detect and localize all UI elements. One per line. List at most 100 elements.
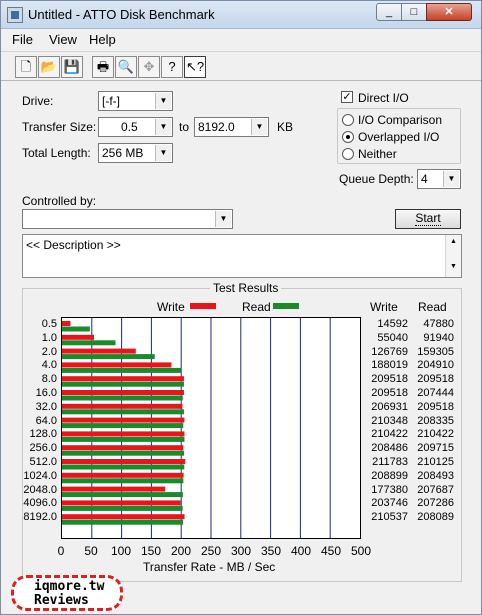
direct-io-checkbox[interactable]: ✓ bbox=[341, 91, 353, 103]
save-icon[interactable]: 💾 bbox=[61, 56, 83, 78]
category-label: 256.0 bbox=[29, 442, 57, 455]
read-bar-4.0 bbox=[62, 367, 182, 373]
drive-value: [-f-] bbox=[102, 94, 120, 108]
open-icon[interactable]: 📂 bbox=[38, 56, 60, 78]
write-value: 210422 bbox=[371, 428, 408, 441]
close-button[interactable]: ✕ bbox=[426, 3, 472, 21]
write-bar-64.0 bbox=[62, 417, 185, 423]
write-bar-4096.0 bbox=[62, 500, 181, 506]
read-bar-32.0 bbox=[62, 409, 184, 415]
status-text: For Help, press F1 bbox=[13, 598, 113, 612]
minimize-button[interactable]: _ bbox=[376, 3, 402, 21]
x-tick-label: 0 bbox=[57, 544, 65, 558]
start-label: Start bbox=[415, 211, 441, 226]
test-results-title: Test Results bbox=[210, 281, 282, 295]
chart-plot-area bbox=[61, 317, 361, 539]
transfer-from-value: 0.5 bbox=[121, 120, 138, 134]
category-label: 512.0 bbox=[29, 456, 57, 468]
write-value: 210348 bbox=[371, 414, 408, 427]
title-bar[interactable]: Untitled - ATTO Disk Benchmark _ □ ✕ bbox=[1, 1, 481, 29]
menu-help[interactable]: Help bbox=[89, 32, 116, 47]
write-bar-256.0 bbox=[62, 445, 184, 451]
controlled-by-select[interactable]: ▼ bbox=[22, 209, 233, 229]
transfer-size-from-select[interactable]: 0.5 ▼ bbox=[98, 117, 173, 137]
x-tick-label: 250 bbox=[200, 544, 222, 558]
read-legend-label: Read bbox=[242, 300, 271, 314]
transfer-size-label: Transfer Size: bbox=[22, 120, 97, 134]
x-tick-label: 400 bbox=[290, 544, 312, 558]
write-value: 211783 bbox=[372, 456, 408, 468]
read-bar-2048.0 bbox=[62, 492, 183, 498]
read-bar-128.0 bbox=[62, 436, 185, 442]
total-length-select[interactable]: 256 MB ▼ bbox=[98, 143, 173, 163]
x-tick-label: 50 bbox=[84, 544, 98, 558]
print-icon[interactable]: 🖶 bbox=[92, 56, 114, 78]
queue-depth-select[interactable]: 4 ▼ bbox=[417, 169, 461, 189]
app-window: Untitled - ATTO Disk Benchmark _ □ ✕ Fil… bbox=[0, 0, 482, 615]
read-value: 208335 bbox=[417, 414, 454, 427]
menu-file[interactable]: File bbox=[12, 32, 33, 47]
write-value: 209518 bbox=[371, 387, 408, 399]
write-value: 208486 bbox=[371, 442, 408, 455]
read-value: 209715 bbox=[417, 442, 454, 455]
read-bar-16.0 bbox=[62, 395, 183, 401]
write-value: 177380 bbox=[371, 483, 408, 496]
chevron-down-icon: ▼ bbox=[443, 171, 459, 187]
chevron-down-icon: ▼ bbox=[155, 145, 171, 161]
write-value: 203746 bbox=[371, 497, 408, 510]
write-value: 188019 bbox=[371, 359, 408, 372]
x-tick-label: 350 bbox=[260, 544, 282, 558]
write-bar-2.0 bbox=[62, 348, 136, 354]
move-icon[interactable]: ✥ bbox=[138, 56, 160, 78]
help-icon[interactable]: ? bbox=[161, 56, 183, 78]
category-label: 16.0 bbox=[35, 387, 57, 399]
read-value: 91940 bbox=[423, 331, 454, 344]
context-help-icon[interactable]: ↖? bbox=[184, 56, 206, 78]
io-comparison-label: I/O Comparison bbox=[358, 113, 443, 127]
write-bar-16.0 bbox=[62, 390, 184, 395]
category-label: 8.0 bbox=[41, 373, 57, 386]
overlapped-io-radio[interactable] bbox=[342, 131, 354, 143]
watermark-line1: iqmore.tw bbox=[34, 579, 105, 594]
scroll-down-icon[interactable]: ▼ bbox=[446, 263, 461, 270]
category-label: 8192.0 bbox=[23, 511, 57, 524]
menu-view[interactable]: View bbox=[49, 32, 77, 47]
read-bar-1.0 bbox=[62, 340, 116, 346]
read-bar-8.0 bbox=[62, 381, 184, 387]
read-value: 208493 bbox=[417, 469, 454, 482]
direct-io-label: Direct I/O bbox=[358, 91, 409, 105]
neither-radio[interactable] bbox=[342, 148, 354, 160]
read-bar-512.0 bbox=[62, 464, 185, 470]
read-bar-64.0 bbox=[62, 423, 184, 429]
io-comparison-radio[interactable] bbox=[342, 114, 354, 126]
read-value: 209518 bbox=[417, 400, 454, 413]
test-results-group: Test Results Write Read Write Read 0.5 1.… bbox=[22, 281, 462, 582]
write-value: 55040 bbox=[377, 331, 408, 344]
category-label: 32.0 bbox=[35, 400, 57, 413]
description-scrollbar[interactable]: ▲ ▼ bbox=[445, 235, 461, 277]
read-value: 210125 bbox=[417, 456, 454, 468]
read-bar-8192.0 bbox=[62, 519, 184, 525]
menu-bar: File View Help bbox=[1, 30, 481, 50]
transfer-size-to-select[interactable]: 8192.0 ▼ bbox=[194, 117, 269, 137]
new-icon[interactable]: 🗋 bbox=[15, 56, 37, 78]
read-bar-4096.0 bbox=[62, 505, 183, 511]
category-label: 4.0 bbox=[41, 359, 57, 372]
write-bar-8192.0 bbox=[62, 514, 185, 520]
chevron-down-icon: ▼ bbox=[155, 93, 171, 109]
total-length-label: Total Length: bbox=[22, 146, 91, 160]
write-bar-8.0 bbox=[62, 376, 184, 382]
description-text: << Description >> bbox=[26, 238, 121, 252]
transfer-to-value: 8192.0 bbox=[198, 120, 235, 134]
write-value: 14592 bbox=[377, 318, 408, 330]
to-label: to bbox=[179, 120, 190, 134]
scroll-up-icon[interactable]: ▲ bbox=[446, 238, 461, 245]
maximize-button[interactable]: □ bbox=[401, 3, 427, 21]
start-button[interactable]: Start bbox=[395, 209, 461, 229]
read-bar-1024.0 bbox=[62, 478, 184, 484]
description-box[interactable]: << Description >> ▲ ▼ bbox=[22, 234, 462, 278]
drive-select[interactable]: [-f-] ▼ bbox=[98, 91, 173, 111]
write-bar-0.5 bbox=[62, 321, 71, 326]
write-bar-512.0 bbox=[62, 459, 186, 464]
print-preview-icon[interactable]: 🔍 bbox=[115, 56, 137, 78]
